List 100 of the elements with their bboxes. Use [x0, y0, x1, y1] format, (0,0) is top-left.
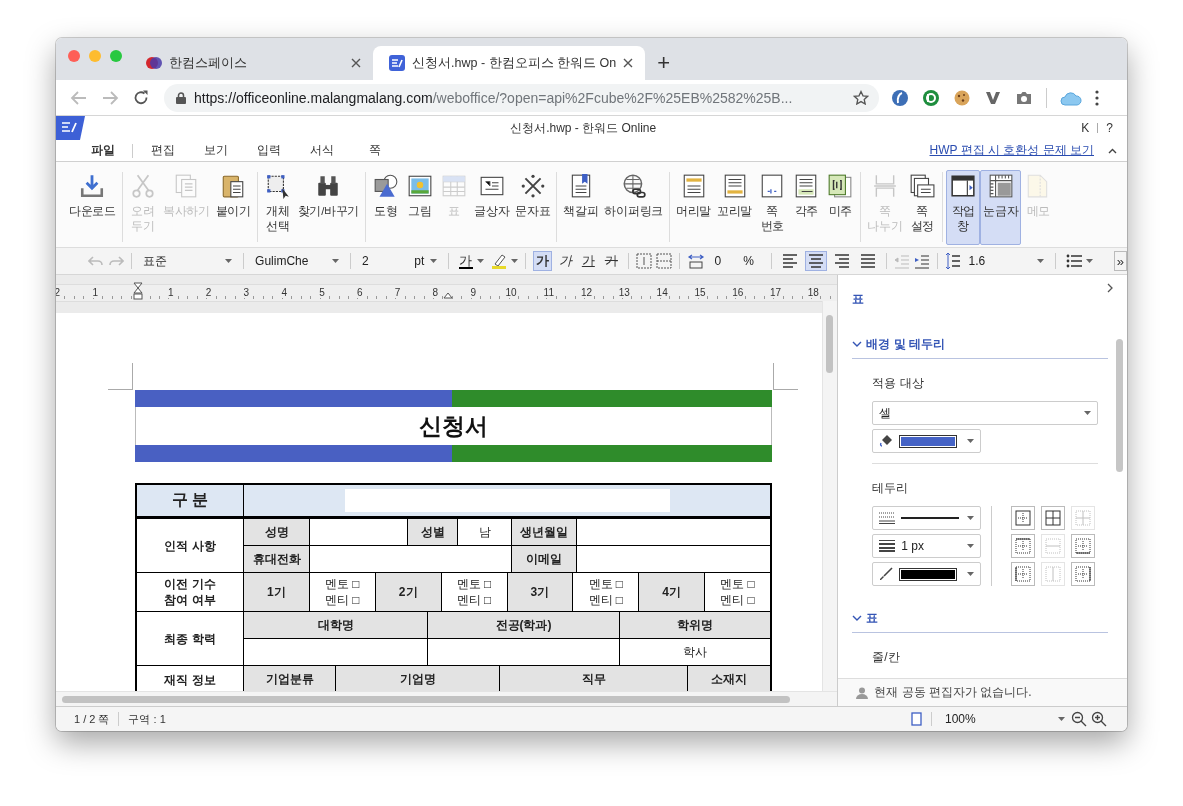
close-icon[interactable] — [623, 58, 634, 68]
scrollbar-thumb[interactable] — [826, 315, 834, 373]
more-icon[interactable] — [1095, 89, 1099, 106]
ribbon-button[interactable]: 개체 선택 — [260, 170, 295, 245]
help-button[interactable]: ? — [1106, 121, 1113, 135]
scrollbar-thumb[interactable] — [1116, 339, 1123, 472]
menu-tab[interactable]: 파일 — [76, 142, 129, 159]
ribbon-button[interactable]: 붙이기 — [212, 170, 254, 245]
browser-tab[interactable]: 신청서.hwp - 한컴오피스 한워드 On — [373, 46, 646, 80]
style-dropdown[interactable]: 표준 — [138, 251, 237, 271]
font-color-button[interactable]: 가 — [455, 251, 487, 271]
text-style-button[interactable]: 가 — [601, 251, 621, 271]
line-color-dropdown[interactable] — [872, 562, 982, 586]
text-style-button[interactable]: 가 — [532, 251, 552, 271]
border-button[interactable] — [1071, 534, 1096, 558]
apply-to-dropdown[interactable]: 셀 — [872, 401, 1099, 425]
text-style-button[interactable]: 가 — [578, 251, 598, 271]
ribbon-button[interactable]: 꼬리말 — [714, 170, 756, 245]
ribbon-button[interactable]: 하이퍼링크 — [601, 170, 666, 245]
border-button[interactable] — [1041, 506, 1066, 530]
chevron-down-icon[interactable] — [852, 341, 863, 348]
ribbon-button[interactable]: 찾기/바꾸기 — [294, 170, 363, 245]
highlighter-icon[interactable] — [490, 253, 507, 269]
letter-spacing-icon[interactable] — [686, 253, 705, 269]
menu-tab[interactable]: 쪽 — [348, 142, 401, 159]
ruler[interactable]: 2 1 1 2 3 4 5 6 7 8 9 10 11 12 13 14 15 16 17 18 — [56, 284, 838, 302]
indent-marker[interactable] — [133, 282, 143, 300]
font-size-field[interactable]: 2 — [358, 251, 407, 271]
ribbon-button[interactable]: 눈금자 — [980, 170, 1022, 245]
close-icon[interactable] — [351, 58, 361, 68]
zoom-dropdown[interactable]: 100% — [941, 712, 1069, 726]
border-button[interactable] — [1011, 506, 1036, 530]
border-grid-icon — [1015, 538, 1032, 554]
line-width-dropdown[interactable]: 1 px — [872, 534, 982, 558]
line-style-dropdown[interactable] — [872, 506, 982, 530]
caret-icon — [510, 259, 518, 263]
lock-icon — [176, 91, 186, 104]
extension-icon[interactable] — [922, 88, 940, 107]
cell-merge-icon[interactable] — [635, 253, 652, 269]
ribbon-button[interactable]: 작업 창 — [946, 170, 981, 245]
symbol-icon — [519, 173, 546, 199]
section-header[interactable]: 표 — [866, 610, 879, 627]
ribbon-button[interactable]: 다운로드 — [66, 170, 119, 245]
ribbon-button[interactable]: 그림 — [403, 170, 438, 245]
ribbon-button[interactable]: 쪽 설정 — [905, 170, 940, 245]
fill-color-dropdown[interactable] — [872, 429, 982, 453]
zoom-out-button[interactable] — [1069, 711, 1089, 727]
ribbon-button[interactable]: 머리말 — [673, 170, 715, 245]
collapse-icon[interactable] — [1108, 147, 1117, 154]
table-cell: 전공(학과) — [428, 612, 619, 638]
line-spacing-dropdown[interactable]: 1.6 — [964, 251, 1048, 271]
collaborator-status: 현재 공동 편집자가 없습니다. — [874, 684, 1032, 701]
alignment-button[interactable] — [804, 251, 827, 271]
menu-tab[interactable]: 입력 — [242, 142, 295, 159]
star-icon[interactable] — [853, 89, 869, 106]
scrollbar-thumb[interactable] — [62, 696, 790, 703]
ribbon-button[interactable]: 글상자 — [471, 170, 513, 245]
menu-tab[interactable]: 서식 — [295, 142, 348, 159]
page-view-icon[interactable] — [911, 712, 922, 726]
cell-split-icon[interactable] — [655, 253, 672, 269]
cloud-icon[interactable] — [1060, 89, 1082, 106]
indent-icon[interactable] — [913, 253, 930, 269]
right-indent-marker[interactable] — [443, 292, 453, 299]
chevron-down-icon[interactable] — [852, 615, 863, 622]
ruler-number: 1 — [91, 287, 99, 298]
menu-tab[interactable]: 편집 — [136, 142, 189, 159]
border-button[interactable] — [1011, 534, 1036, 558]
address-bar[interactable]: https://officeonline.malangmalang.com/weboffice/?open=api%2Fcube%2F%25EB%2582%25B... — [164, 83, 879, 112]
cookie-icon[interactable] — [953, 88, 971, 107]
reload-icon[interactable] — [132, 88, 150, 107]
border-button[interactable] — [1071, 562, 1096, 586]
unit-dropdown[interactable]: pt — [410, 251, 442, 271]
ribbon-button[interactable]: 도형 — [369, 170, 404, 245]
user-initial[interactable]: K — [1081, 121, 1090, 135]
zoom-in-button[interactable] — [1089, 711, 1109, 727]
ruler-number: 15 — [693, 287, 707, 298]
menu-tab[interactable]: 보기 — [189, 142, 242, 159]
section-header[interactable]: 배경 및 테두리 — [866, 336, 945, 353]
more-tools-button[interactable]: » — [1113, 251, 1127, 271]
table-cell: 3기 — [507, 573, 573, 611]
ribbon-button[interactable]: 미주 — [823, 170, 858, 245]
caret-icon — [1084, 411, 1092, 415]
letter-spacing-value[interactable]: 0 — [714, 254, 722, 268]
ribbon-button[interactable]: 문자표 — [512, 170, 554, 245]
shapes-icon — [373, 173, 400, 199]
line-spacing-icon[interactable] — [944, 252, 961, 270]
new-tab-button[interactable]: + — [653, 51, 674, 75]
ribbon-button[interactable]: 각주 — [789, 170, 824, 245]
ruler-number: 2 — [204, 287, 213, 298]
app-logo-icon[interactable] — [56, 116, 85, 140]
font-dropdown[interactable]: GulimChe — [251, 251, 344, 271]
ribbon-button[interactable]: 쪽 번호 — [755, 170, 790, 245]
compatibility-link[interactable]: HWP 편집 시 호환성 문제 보기 — [929, 142, 1094, 159]
browser-tab[interactable]: 한컴스페이스 — [130, 46, 373, 80]
expand-icon[interactable] — [1107, 283, 1113, 293]
border-button[interactable] — [1011, 562, 1036, 586]
extension-icon[interactable] — [891, 88, 909, 107]
text-style-button[interactable]: 가 — [555, 251, 575, 271]
ruler-number: 2 — [56, 287, 62, 298]
ribbon-button[interactable]: 책갈피 — [560, 170, 602, 245]
